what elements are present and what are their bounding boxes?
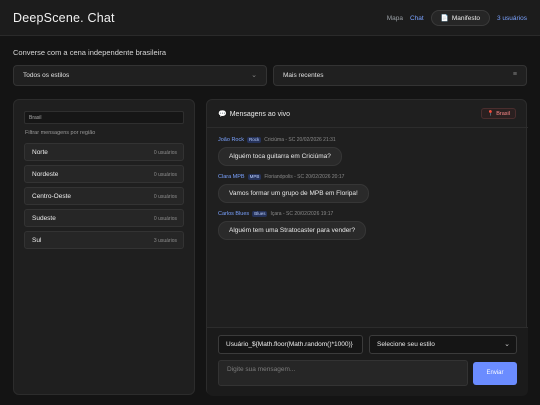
region-name: Sudeste	[32, 215, 56, 222]
message-input[interactable]: Digite sua mensagem...	[218, 360, 468, 386]
style-tag: Blues	[252, 211, 268, 217]
message-info: Içara - SC 20/02/2026 19:17	[270, 211, 334, 217]
location-text: Brasil	[496, 110, 510, 117]
page-subtitle: Converse com a cena independente brasile…	[13, 48, 167, 57]
style-tag: MPB	[247, 174, 262, 180]
manifesto-label: Manifesto	[451, 14, 480, 22]
nav-map-link[interactable]: Mapa	[387, 15, 403, 22]
region-name: Norte	[32, 149, 48, 156]
region-item-sudeste[interactable]: Sudeste 0 usuários	[24, 209, 184, 227]
message-meta: João Rock Rock Criciúma - SC 20/02/2026 …	[218, 137, 336, 143]
brand-title: DeepScene. Chat	[13, 11, 115, 25]
region-item-norte[interactable]: Norte 0 usuários	[24, 143, 184, 161]
region-name: Centro-Oeste	[32, 193, 72, 200]
divider	[207, 127, 528, 128]
chat-icon: 💬	[218, 111, 227, 118]
style-tag: Rock	[247, 137, 262, 143]
chat-panel: 💬 Mensagens ao vivo 📍 Brasil João Rock R…	[206, 99, 528, 396]
list-icon: ≡	[512, 71, 517, 78]
chevron-down-icon: ⌄	[251, 72, 257, 79]
pin-icon: 📍	[487, 110, 495, 117]
region-item-sul[interactable]: Sul 3 usuários	[24, 231, 184, 249]
online-users-count: 3 usuários	[497, 14, 527, 22]
message-info: Florianópolis - SC 20/02/2026 20:17	[264, 174, 345, 180]
message-info: Criciúma - SC 20/02/2026 21:31	[264, 137, 336, 143]
style-select[interactable]: Selecione seu estilo ⌄	[369, 335, 517, 354]
message-author[interactable]: João Rock	[218, 137, 244, 143]
region-count: 3 usuários	[153, 238, 177, 244]
region-name: Sul	[32, 237, 42, 244]
sort-value: Mais recentes	[283, 72, 324, 79]
region-name: Nordeste	[32, 171, 59, 178]
username-field[interactable]: Usuário_${Math.floor(Math.random()*1000)…	[218, 335, 363, 354]
region-count: 0 usuários	[153, 172, 177, 178]
chevron-down-icon: ⌄	[504, 341, 510, 348]
region-count: 0 usuários	[153, 216, 177, 222]
region-filter-label: Filtrar mensagens por região	[25, 130, 96, 136]
message-author[interactable]: Clara MPB	[218, 174, 245, 180]
region-item-nordeste[interactable]: Nordeste 0 usuários	[24, 165, 184, 183]
region-item-centro-oeste[interactable]: Centro-Oeste 0 usuários	[24, 187, 184, 205]
document-icon: 📄	[440, 15, 449, 22]
feed-title: 💬 Mensagens ao vivo	[218, 110, 291, 119]
manifesto-button[interactable]: 📄 Manifesto	[430, 10, 490, 26]
region-count: 0 usuários	[153, 150, 177, 156]
message-bubble: Alguém toca guitarra em Criciúma?	[218, 147, 342, 166]
top-nav: Mapa Chat 📄 Manifesto 3 usuários	[387, 10, 527, 26]
feed-title-text: Mensagens ao vivo	[229, 110, 291, 118]
style-select-value: Selecione seu estilo	[377, 341, 435, 348]
location-badge[interactable]: 📍 Brasil	[481, 108, 516, 119]
nav-chat-link[interactable]: Chat	[410, 15, 424, 22]
region-search-input[interactable]: Brasil	[24, 111, 184, 124]
region-count: 0 usuários	[153, 194, 177, 200]
region-panel: Brasil Filtrar mensagens por região Nort…	[13, 99, 195, 395]
style-filter-value: Todos os estilos	[23, 72, 70, 79]
app-header: DeepScene. Chat Mapa Chat 📄 Manifesto 3 …	[0, 0, 540, 36]
send-button[interactable]: Enviar	[473, 362, 517, 385]
sort-select[interactable]: Mais recentes ≡	[273, 65, 527, 86]
message-bubble: Vamos formar um grupo de MPB em Floripa!	[218, 184, 369, 203]
message-meta: Carlos Blues Blues Içara - SC 20/02/2026…	[218, 211, 333, 217]
message-meta: Clara MPB MPB Florianópolis - SC 20/02/2…	[218, 174, 344, 180]
compose-area: Usuário_${Math.floor(Math.random()*1000)…	[207, 327, 528, 396]
style-filter-select[interactable]: Todos os estilos ⌄	[13, 65, 267, 86]
message-bubble: Alguém tem uma Stratocaster para vender?	[218, 221, 367, 240]
message-author[interactable]: Carlos Blues	[218, 211, 249, 217]
